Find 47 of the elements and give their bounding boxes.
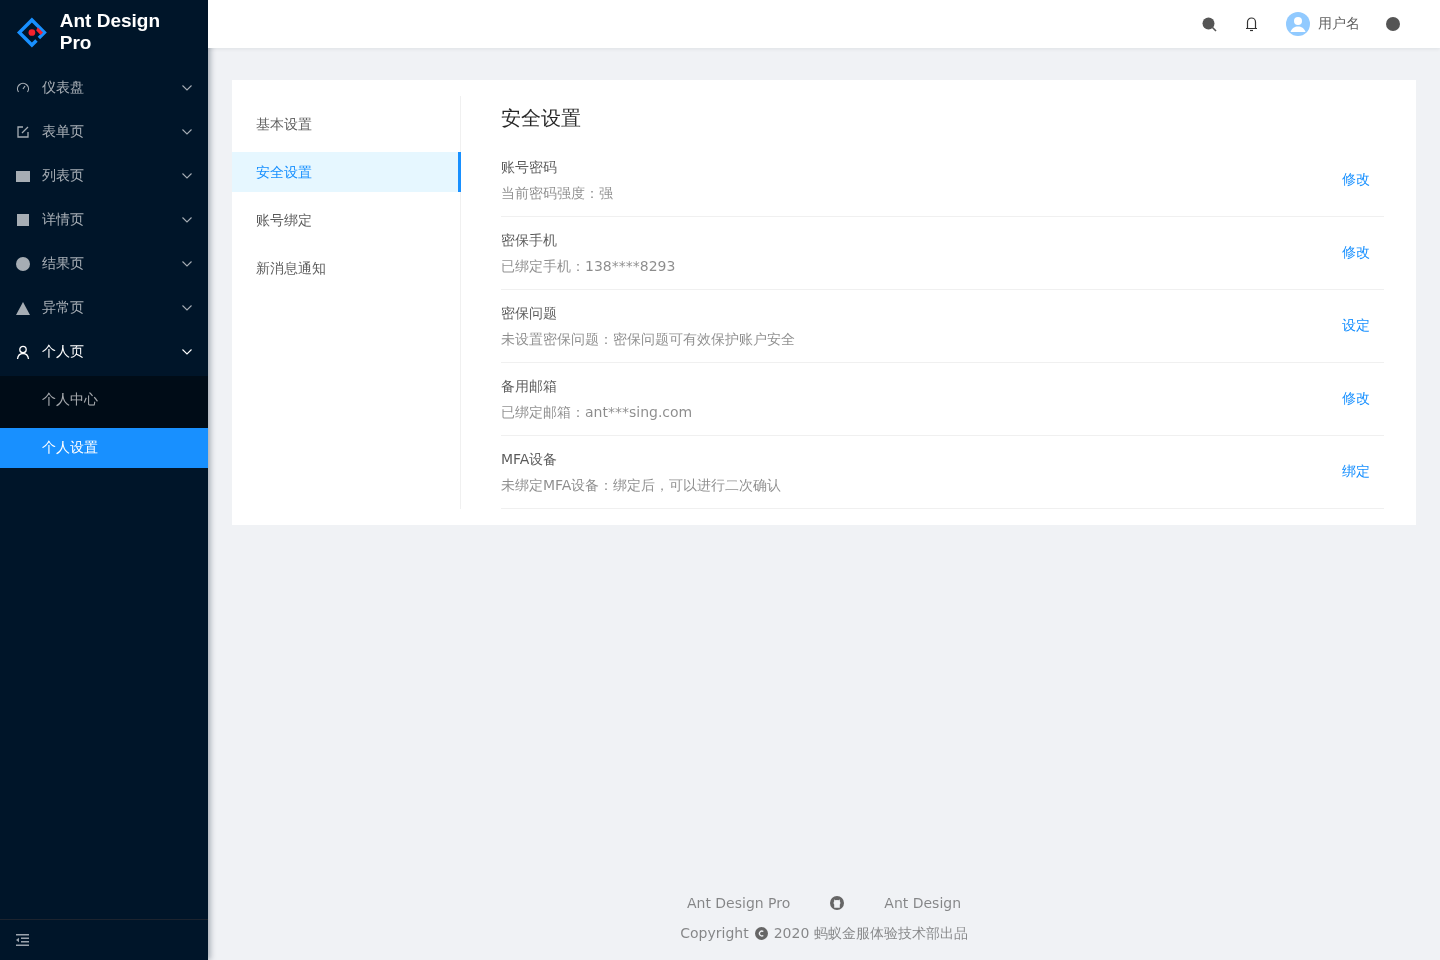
sidebar-menu-item[interactable]: 结果页 [0, 244, 208, 284]
sidebar-menu-item[interactable]: 异常页 [0, 288, 208, 328]
dashboard-icon [16, 81, 30, 95]
settings-menu-item[interactable]: 基本设置 [232, 104, 460, 144]
chevron-down-icon [182, 261, 192, 267]
setting-description: 已绑定邮箱：ant***sing.com [501, 403, 694, 422]
logo-icon[interactable] [16, 15, 48, 49]
setting-description: 未绑定MFA设备：绑定后，可以进行二次确认 [501, 476, 783, 495]
search-icon[interactable] [1202, 16, 1217, 32]
setting-title: 密保手机 [501, 231, 558, 250]
menu-fold-icon[interactable] [16, 934, 29, 946]
sidebar-menu-item[interactable]: 详情页 [0, 200, 208, 240]
chevron-down-icon [182, 305, 192, 311]
chevron-down-icon [182, 129, 192, 135]
sidebar-menu-item[interactable]: 表单页 [0, 112, 208, 152]
setting-title: MFA设备 [501, 450, 559, 469]
circle-icon [16, 257, 30, 271]
chevron-down-icon [182, 217, 192, 223]
setting-description: 当前密码强度：强 [501, 184, 614, 203]
square-icon [17, 214, 29, 226]
triangle-icon [16, 301, 30, 315]
setting-title: 备用邮箱 [501, 377, 558, 396]
chevron-down-icon [182, 85, 192, 91]
settings-menu-item[interactable]: 新消息通知 [232, 248, 460, 288]
setting-description: 未设置密保问题：密保问题可有效保护账户安全 [501, 330, 796, 349]
setting-description: 已绑定手机：138****8293 [501, 257, 677, 276]
rectangle-icon [16, 170, 30, 182]
sidebar-menu-item[interactable]: 列表页 [0, 156, 208, 196]
edit-icon [16, 125, 30, 139]
copyright-icon [754, 926, 768, 940]
copyright-text: 2020 蚂蚁金服体验技术部出品 [773, 924, 968, 943]
user-icon [16, 345, 30, 359]
bell-icon[interactable] [1245, 16, 1258, 32]
chevron-down-icon [182, 349, 192, 355]
submenu-item[interactable]: 个人中心 [0, 380, 208, 420]
brand-title: Ant Design Pro [59, 10, 162, 54]
setting-title: 密保问题 [501, 304, 558, 323]
setting-title: 账号密码 [501, 158, 558, 177]
github-icon[interactable] [830, 896, 845, 910]
circle-icon[interactable] [1386, 17, 1400, 31]
sidebar-menu-item[interactable]: 个人页 [0, 332, 208, 372]
copyright-label: Copyright [680, 924, 749, 943]
username[interactable]: 用户名 [1318, 15, 1360, 33]
settings-menu-item[interactable]: 账号绑定 [232, 200, 460, 240]
sidebar-menu-item[interactable]: 仪表盘 [0, 68, 208, 108]
chevron-down-icon [182, 173, 192, 179]
section-title: 安全设置 [501, 105, 582, 132]
